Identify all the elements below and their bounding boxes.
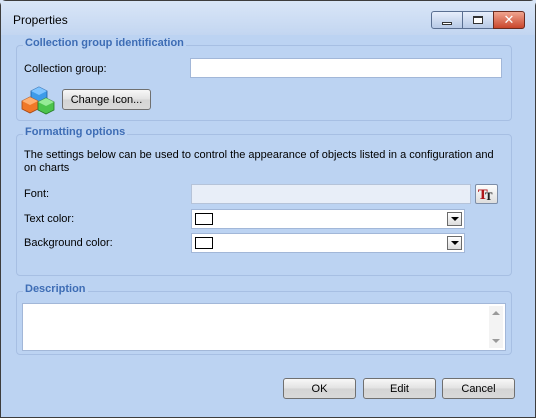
- font-picker-button[interactable]: T T: [475, 184, 498, 204]
- font-icon: T T: [478, 188, 493, 201]
- collection-group-input[interactable]: [190, 58, 502, 78]
- maximize-icon: [473, 16, 483, 24]
- window-controls: ✕: [431, 11, 525, 29]
- chevron-down-icon[interactable]: [447, 236, 462, 250]
- edit-button[interactable]: Edit: [363, 378, 436, 399]
- scroll-down-icon[interactable]: [492, 339, 500, 343]
- background-color-select[interactable]: [191, 233, 465, 253]
- text-color-label: Text color:: [24, 213, 75, 225]
- svg-text:T: T: [485, 192, 493, 201]
- identification-group-title: Collection group identification: [23, 37, 186, 49]
- formatting-group-title: Formatting options: [23, 126, 128, 138]
- description-scrollbar[interactable]: [489, 306, 503, 348]
- title-bar[interactable]: Properties ✕: [1, 1, 535, 35]
- chevron-down-icon[interactable]: [447, 212, 462, 226]
- minimize-icon: [442, 21, 452, 25]
- background-color-swatch: [195, 237, 213, 249]
- description-textarea[interactable]: [22, 303, 506, 351]
- window-title: Properties: [13, 13, 68, 27]
- text-color-swatch: [195, 213, 213, 225]
- font-field: [191, 184, 471, 204]
- text-color-select[interactable]: [191, 209, 465, 229]
- font-label: Font:: [24, 188, 50, 200]
- collection-cubes-icon: [21, 86, 55, 115]
- collection-group-label: Collection group:: [24, 63, 107, 75]
- background-color-label: Background color:: [24, 237, 113, 249]
- cancel-button[interactable]: Cancel: [442, 378, 515, 399]
- change-icon-button[interactable]: Change Icon...: [62, 89, 151, 110]
- maximize-button[interactable]: [462, 11, 494, 29]
- scroll-up-icon[interactable]: [492, 311, 500, 315]
- description-group-title: Description: [23, 283, 88, 295]
- minimize-button[interactable]: [431, 11, 463, 29]
- formatting-help-text: The settings below can be used to contro…: [24, 149, 494, 174]
- close-icon: ✕: [503, 12, 515, 28]
- close-button[interactable]: ✕: [493, 11, 525, 29]
- properties-dialog: Properties ✕ Collection group identifica…: [0, 0, 536, 418]
- ok-button[interactable]: OK: [283, 378, 356, 399]
